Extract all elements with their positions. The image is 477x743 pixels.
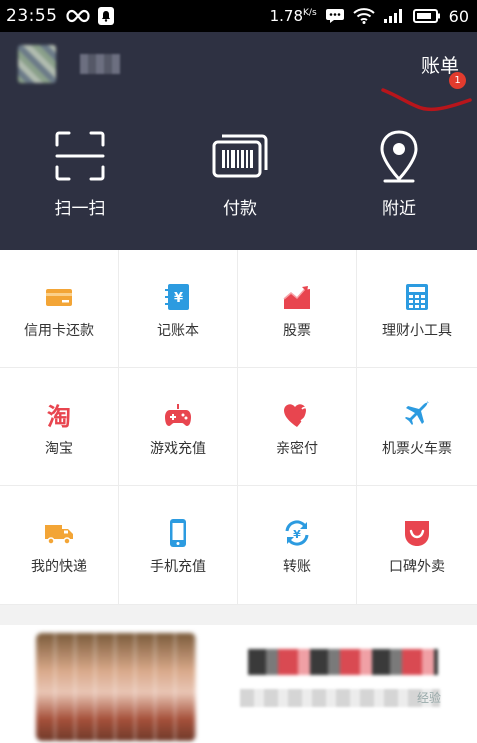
bill-badge: 1 [449,72,466,89]
stock-chart-icon [283,286,310,309]
grid-item-transfer[interactable]: ¥ 转账 [238,486,357,605]
transfer-icon: ¥ [285,520,309,546]
grid-item-tickets[interactable]: 机票火车票 [357,368,477,486]
grid-item-taobao[interactable]: 淘 淘宝 [0,368,119,486]
grid-label: 口碑外卖 [389,559,445,575]
grid-label: 记账本 [157,323,199,339]
hearts-icon [284,404,310,427]
grid-label: 理财小工具 [382,323,452,339]
grid-item-koubei-takeout[interactable]: 口碑外卖 [357,486,477,605]
grid-label: 机票火车票 [382,441,452,457]
message-icon [325,9,344,23]
grid-item-game-topup[interactable]: 游戏充值 [119,368,238,486]
banner-subtext [240,689,440,707]
network-speed: 1.78K/s [269,7,317,25]
svg-text:¥: ¥ [174,291,183,306]
grid-label: 转账 [283,559,311,575]
grid-label: 亲密付 [276,441,318,457]
account-book-icon: ¥ [165,284,189,310]
banner-photo [36,633,196,741]
location-pin-icon [380,130,418,183]
infinity-icon [65,9,90,23]
grid-item-phone-topup[interactable]: 手机充值 [119,486,238,605]
scan-label: 扫一扫 [54,199,106,219]
signal-icon [383,9,402,23]
airplane-icon [405,401,429,425]
services-grid: 信用卡还款 ¥ 记账本 股票 理财小工具 淘 淘宝 游戏充值 亲密付 机票火车票… [0,250,477,605]
battery-level: 60 [448,6,469,26]
grid-label: 我的快递 [31,559,87,575]
nearby-action[interactable]: 附近 [329,128,469,219]
svg-text:¥: ¥ [293,528,301,541]
grid-item-express[interactable]: 我的快递 [0,486,119,605]
notification-bell-icon [97,7,114,25]
gamepad-icon [165,404,191,426]
calculator-icon [406,284,428,310]
wifi-icon [352,8,375,24]
scan-action[interactable]: 扫一扫 [10,128,150,219]
grid-label: 游戏充值 [150,441,206,457]
promo-banner[interactable]: 经验 [0,625,477,743]
pay-label: 付款 [223,199,257,219]
battery-icon [412,9,440,23]
header: 账单 1 扫一扫 付款 附近 [0,32,477,250]
status-bar: 23:55 1.78K/s 60 [0,0,477,32]
grid-label: 手机充值 [150,559,206,575]
grid-label: 淘宝 [45,441,73,457]
grid-item-intimate-pay[interactable]: 亲密付 [238,368,357,486]
username[interactable] [80,54,120,74]
mobile-phone-icon [170,519,186,547]
scan-icon [55,131,105,181]
grid-label: 信用卡还款 [24,323,94,339]
avatar[interactable] [18,45,56,83]
pay-action[interactable]: 付款 [170,128,310,219]
banner-headline [248,649,438,675]
svg-text:淘: 淘 [47,403,71,430]
taobao-icon: 淘 [47,403,71,430]
koubei-takeout-icon [405,521,429,546]
grid-item-credit-card[interactable]: 信用卡还款 [0,250,119,368]
grid-item-finance-tools[interactable]: 理财小工具 [357,250,477,368]
grid-item-stocks[interactable]: 股票 [238,250,357,368]
barcode-icon [212,134,268,178]
app-screen: 23:55 1.78K/s 60 账单 1 扫一扫 付款 附近 信用卡还款 ¥ … [0,0,477,743]
grid-label: 股票 [283,323,311,339]
delivery-truck-icon [45,525,73,545]
watermark: 经验 [416,691,441,705]
nearby-label: 附近 [382,199,416,219]
grid-item-account-book[interactable]: ¥ 记账本 [119,250,238,368]
status-time: 23:55 [6,6,58,26]
credit-card-icon [46,289,72,306]
